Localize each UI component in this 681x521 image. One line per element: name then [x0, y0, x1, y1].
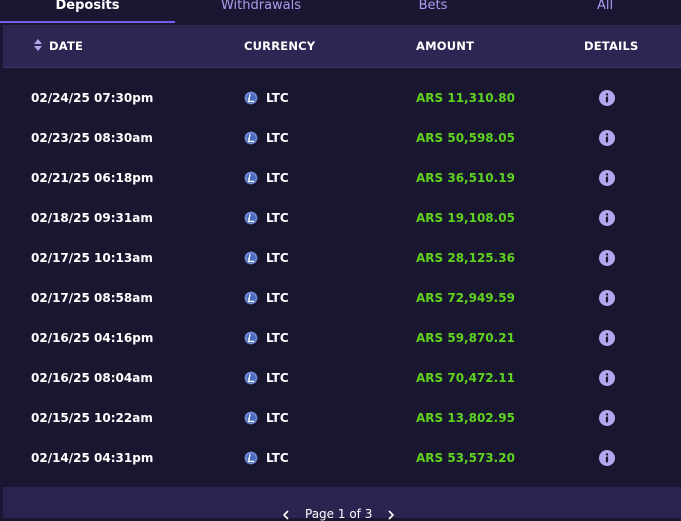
row-amount: ARS 13,802.95	[416, 411, 515, 425]
row-amount: ARS 19,108.05	[416, 211, 515, 225]
info-icon[interactable]	[599, 249, 615, 266]
row-currency-label: LTC	[266, 131, 289, 145]
row-currency: LTC	[244, 278, 289, 318]
row-currency: LTC	[244, 158, 289, 198]
pagination: Page 1 of 3	[281, 507, 396, 521]
info-icon[interactable]	[599, 289, 615, 306]
row-currency-label: LTC	[266, 251, 289, 265]
row-date: 02/14/25 04:31pm	[31, 451, 154, 465]
table-row: 02/21/25 06:18pm LTC ARS 36,510.19	[3, 158, 681, 198]
row-date: 02/21/25 06:18pm	[31, 171, 154, 185]
row-details-button[interactable]	[599, 318, 615, 358]
row-date: 02/24/25 07:30pm	[31, 91, 154, 105]
row-amount: ARS 11,310.80	[416, 91, 515, 105]
column-header-amount: AMOUNT	[416, 39, 475, 53]
transaction-tabs: Deposits Withdrawals Bets All	[0, 0, 681, 25]
row-date: 02/23/25 08:30am	[31, 131, 153, 145]
table-row: 02/23/25 08:30am LTC ARS 50,598.05	[3, 118, 681, 158]
litecoin-icon	[244, 411, 258, 424]
info-icon[interactable]	[599, 449, 615, 466]
row-date: 02/15/25 10:22am	[31, 411, 153, 425]
info-icon[interactable]	[599, 369, 615, 386]
table-row: 02/18/25 09:31am LTC ARS 19,108.05	[3, 198, 681, 238]
row-details-button[interactable]	[599, 398, 615, 438]
row-amount: ARS 53,573.20	[416, 451, 515, 465]
row-date: 02/17/25 10:13am	[31, 251, 153, 265]
table-row: 02/24/25 07:30pm LTC ARS 11,310.80	[3, 78, 681, 118]
tab-bets[interactable]: Bets	[347, 0, 519, 22]
row-currency-label: LTC	[266, 411, 289, 425]
info-icon[interactable]	[599, 169, 615, 186]
row-details-button[interactable]	[599, 118, 615, 158]
row-currency-label: LTC	[266, 171, 289, 185]
info-icon[interactable]	[599, 89, 615, 106]
row-details-button[interactable]	[599, 78, 615, 118]
column-header-currency: CURRENCY	[244, 39, 316, 53]
row-date: 02/16/25 04:16pm	[31, 331, 154, 345]
tab-all[interactable]: All	[519, 0, 681, 22]
sort-icon[interactable]	[34, 39, 42, 51]
tab-withdrawals[interactable]: Withdrawals	[175, 0, 347, 22]
table-row: 02/17/25 10:13am LTC ARS 28,125.36	[3, 238, 681, 278]
table-row: 02/16/25 04:16pm LTC ARS 59,870.21	[3, 318, 681, 358]
row-currency-label: LTC	[266, 331, 289, 345]
column-header-details: DETAILS	[584, 39, 639, 53]
row-currency: LTC	[244, 238, 289, 278]
column-header-date[interactable]: DATE	[34, 25, 83, 67]
litecoin-icon	[244, 131, 258, 144]
row-currency-label: LTC	[266, 211, 289, 225]
row-amount: ARS 36,510.19	[416, 171, 515, 185]
row-currency: LTC	[244, 78, 289, 118]
table-row: 02/17/25 08:58am LTC ARS 72,949.59	[3, 278, 681, 318]
transactions-table: DATE CURRENCY AMOUNT DETAILS 02/24/25 07…	[3, 25, 681, 521]
table-header: DATE CURRENCY AMOUNT DETAILS	[3, 25, 681, 68]
row-currency-label: LTC	[266, 91, 289, 105]
row-details-button[interactable]	[599, 358, 615, 398]
litecoin-icon	[244, 211, 258, 224]
table-body: 02/24/25 07:30pm LTC ARS 11,310.80 02/23/25…	[3, 78, 681, 478]
litecoin-icon	[244, 371, 258, 384]
row-details-button[interactable]	[599, 278, 615, 318]
row-date: 02/16/25 08:04am	[31, 371, 153, 385]
litecoin-icon	[244, 451, 258, 464]
row-currency-label: LTC	[266, 371, 289, 385]
row-amount: ARS 28,125.36	[416, 251, 515, 265]
row-amount: ARS 59,870.21	[416, 331, 515, 345]
row-currency: LTC	[244, 118, 289, 158]
row-currency: LTC	[244, 198, 289, 238]
row-amount: ARS 50,598.05	[416, 131, 515, 145]
row-currency: LTC	[244, 318, 289, 358]
row-currency: LTC	[244, 438, 289, 478]
row-details-button[interactable]	[599, 198, 615, 238]
table-row: 02/14/25 04:31pm LTC ARS 53,573.20	[3, 438, 681, 478]
row-currency-label: LTC	[266, 291, 289, 305]
row-amount: ARS 70,472.11	[416, 371, 515, 385]
info-icon[interactable]	[599, 329, 615, 346]
table-footer: Page 1 of 3	[3, 487, 681, 521]
row-date: 02/17/25 08:58am	[31, 291, 153, 305]
info-icon[interactable]	[599, 409, 615, 426]
column-header-date-label: DATE	[49, 39, 84, 53]
info-icon[interactable]	[599, 209, 615, 226]
tab-deposits[interactable]: Deposits	[0, 0, 175, 23]
row-amount: ARS 72,949.59	[416, 291, 515, 305]
info-icon[interactable]	[599, 129, 615, 146]
litecoin-icon	[244, 291, 258, 304]
row-currency: LTC	[244, 358, 289, 398]
chevron-right-icon[interactable]	[386, 509, 396, 520]
litecoin-icon	[244, 251, 258, 264]
litecoin-icon	[244, 91, 258, 104]
chevron-left-icon[interactable]	[281, 509, 291, 520]
table-row: 02/15/25 10:22am LTC ARS 13,802.95	[3, 398, 681, 438]
row-currency: LTC	[244, 398, 289, 438]
table-row: 02/16/25 08:04am LTC ARS 70,472.11	[3, 358, 681, 398]
row-currency-label: LTC	[266, 451, 289, 465]
page-indicator: Page 1 of 3	[305, 507, 373, 521]
row-details-button[interactable]	[599, 238, 615, 278]
row-details-button[interactable]	[599, 158, 615, 198]
litecoin-icon	[244, 171, 258, 184]
row-date: 02/18/25 09:31am	[31, 211, 153, 225]
litecoin-icon	[244, 331, 258, 344]
row-details-button[interactable]	[599, 438, 615, 478]
